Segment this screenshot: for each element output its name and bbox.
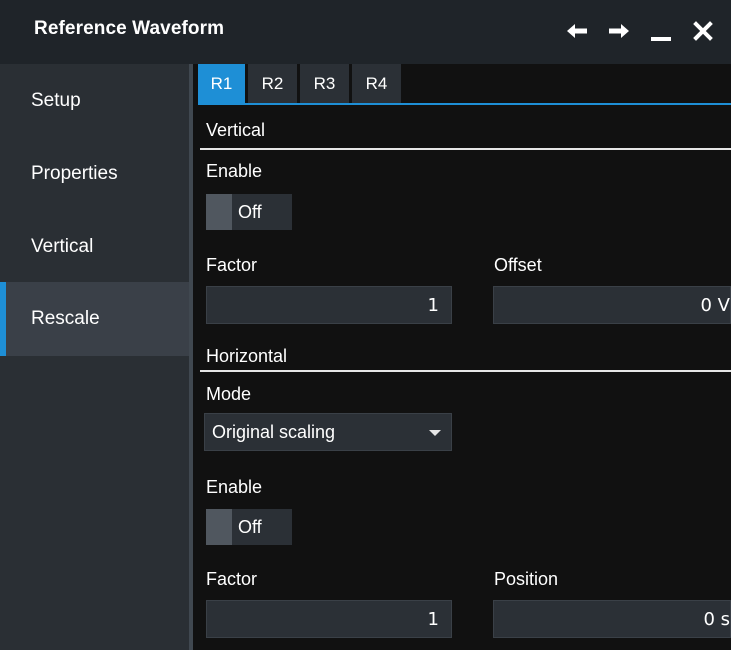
window-title: Reference Waveform bbox=[34, 18, 225, 39]
section-divider bbox=[200, 370, 731, 372]
tab-r3[interactable]: R3 bbox=[300, 64, 349, 104]
arrow-left-icon[interactable] bbox=[563, 16, 591, 46]
horizontal-position-input[interactable]: 0 s bbox=[493, 600, 731, 638]
close-icon[interactable] bbox=[689, 16, 717, 46]
horizontal-enable-toggle[interactable]: Off bbox=[206, 509, 292, 545]
section-title-horizontal: Horizontal bbox=[206, 346, 288, 366]
minimize-icon[interactable] bbox=[647, 16, 675, 46]
toggle-state: Off bbox=[232, 509, 292, 545]
chevron-down-icon bbox=[429, 430, 441, 436]
section-title-vertical: Vertical bbox=[206, 120, 266, 140]
window-controls bbox=[563, 16, 717, 46]
sidebar-item-label: Setup bbox=[31, 90, 81, 111]
sidebar-item-label: Vertical bbox=[31, 236, 94, 257]
toggle-state: Off bbox=[232, 194, 292, 230]
horizontal-mode-select[interactable]: Original scaling bbox=[204, 413, 452, 451]
main-panel: R1 R2 R3 R4 Vertical Enable Off Factor 1… bbox=[193, 64, 731, 650]
vertical-enable-toggle[interactable]: Off bbox=[206, 194, 292, 230]
arrow-right-icon[interactable] bbox=[605, 16, 633, 46]
sidebar: Setup Properties Vertical Rescale bbox=[0, 64, 189, 650]
vertical-factor-label: Factor bbox=[206, 255, 258, 275]
tab-underline bbox=[198, 103, 731, 105]
horizontal-factor-label: Factor bbox=[206, 569, 258, 589]
horizontal-factor-input[interactable]: 1 bbox=[206, 600, 452, 638]
select-value: Original scaling bbox=[212, 421, 336, 442]
sidebar-item-label: Properties bbox=[31, 163, 118, 184]
horizontal-mode-label: Mode bbox=[206, 384, 252, 404]
vertical-factor-input[interactable]: 1 bbox=[206, 286, 452, 324]
horizontal-enable-label: Enable bbox=[206, 477, 263, 497]
tab-bar: R1 R2 R3 R4 bbox=[198, 64, 404, 104]
sidebar-item-vertical[interactable]: Vertical bbox=[0, 210, 189, 284]
tab-r4[interactable]: R4 bbox=[352, 64, 401, 104]
sidebar-item-rescale[interactable]: Rescale bbox=[0, 282, 189, 356]
sidebar-item-label: Rescale bbox=[31, 308, 100, 329]
section-divider bbox=[200, 148, 731, 150]
toggle-knob bbox=[206, 194, 232, 230]
sidebar-item-setup[interactable]: Setup bbox=[0, 64, 189, 138]
vertical-enable-label: Enable bbox=[206, 161, 263, 181]
vertical-offset-label: Offset bbox=[494, 255, 542, 275]
vertical-offset-input[interactable]: 0 V bbox=[493, 286, 731, 324]
tab-r2[interactable]: R2 bbox=[248, 64, 297, 104]
horizontal-position-label: Position bbox=[494, 569, 559, 589]
tab-r1[interactable]: R1 bbox=[198, 64, 245, 104]
title-bar: Reference Waveform bbox=[0, 0, 731, 64]
toggle-knob bbox=[206, 509, 232, 545]
sidebar-item-properties[interactable]: Properties bbox=[0, 137, 189, 211]
